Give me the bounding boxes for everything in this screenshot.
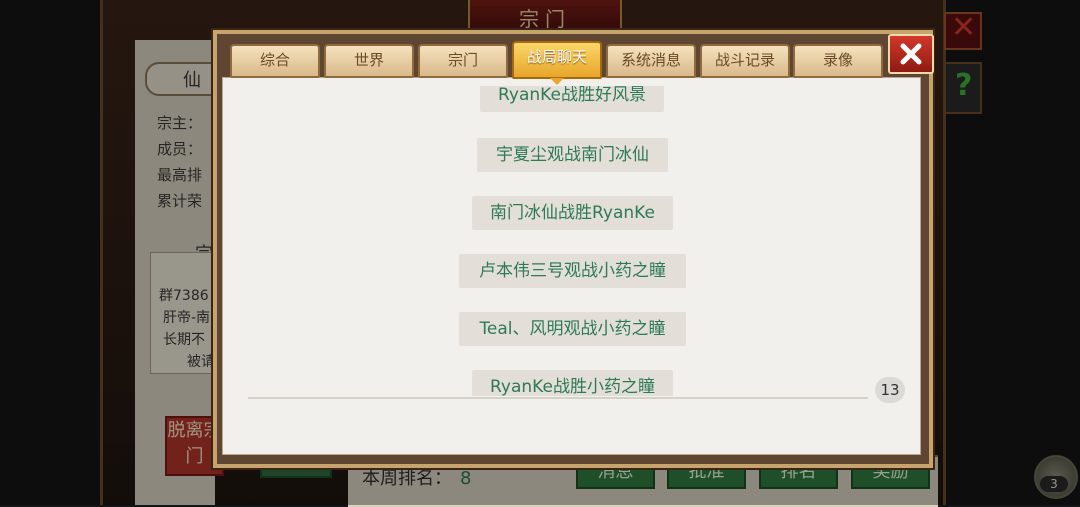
tab-system-messages[interactable]: 系统消息 <box>606 44 696 78</box>
tab-battle-chat[interactable]: 战局聊天 <box>512 41 602 85</box>
chat-message: 宇夏尘观战南门冰仙 <box>477 138 668 172</box>
chat-message: 卢本伟三号观战小药之瞳 <box>459 254 686 288</box>
tab-battle-records[interactable]: 战斗记录 <box>700 44 790 78</box>
tab-general[interactable]: 综合 <box>230 44 320 78</box>
chat-message: RyanKe战胜小药之瞳 <box>472 370 673 396</box>
tab-replays[interactable]: 录像 <box>793 44 883 78</box>
chat-message: 南门冰仙战胜RyanKe <box>472 196 673 230</box>
chat-message: Teal、风明观战小药之瞳 <box>459 312 686 346</box>
chat-message: RyanKe战胜好风景 <box>480 86 664 112</box>
chat-divider <box>248 397 868 399</box>
tab-sect[interactable]: 宗门 <box>418 44 508 78</box>
message-count-badge: 13 <box>875 377 905 403</box>
close-icon <box>900 43 922 65</box>
chat-message-list[interactable]: RyanKe战胜好风景 宇夏尘观战南门冰仙 南门冰仙战胜RyanKe 卢本伟三号… <box>222 86 919 396</box>
dialog-close-button[interactable] <box>888 34 934 74</box>
tab-world[interactable]: 世界 <box>324 44 414 78</box>
